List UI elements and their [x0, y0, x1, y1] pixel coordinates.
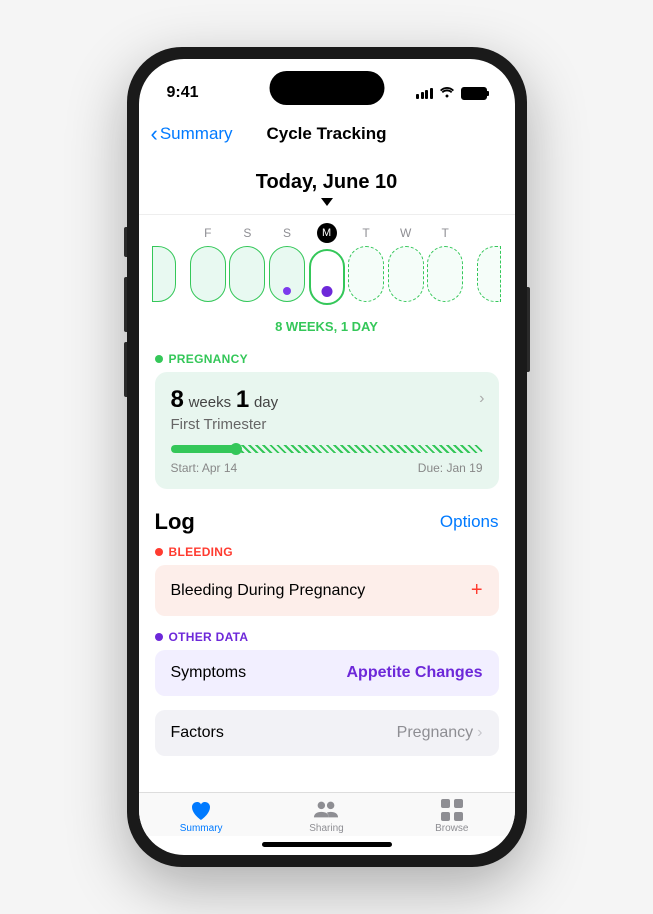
- options-button[interactable]: Options: [440, 512, 499, 532]
- dynamic-island: [269, 71, 384, 105]
- bleeding-row[interactable]: Bleeding During Pregnancy +: [155, 565, 499, 616]
- bleeding-label: Bleeding During Pregnancy: [171, 582, 366, 600]
- battery-icon: [461, 87, 487, 100]
- chevron-right-icon: ›: [479, 390, 484, 408]
- day-label: S: [283, 226, 291, 240]
- signal-icon: [416, 88, 433, 99]
- nav-bar: ‹ Summary Cycle Tracking: [139, 113, 515, 155]
- factors-label: Factors: [171, 724, 224, 742]
- day-label: F: [204, 226, 211, 240]
- today-marker-icon: [321, 198, 333, 206]
- screen: 9:41 ‹ Summary Cycle Tracking Today, Jun…: [139, 59, 515, 855]
- page-title: Cycle Tracking: [266, 124, 386, 144]
- back-label: Summary: [160, 124, 233, 144]
- content-scroll[interactable]: Today, June 10 - F S S M T W T - 8 WEEKS…: [139, 155, 515, 792]
- day-pill[interactable]: [190, 246, 226, 302]
- people-icon: [313, 799, 339, 821]
- chevron-left-icon: ‹: [151, 121, 158, 147]
- status-time: 9:41: [167, 84, 199, 102]
- day-label: S: [243, 226, 251, 240]
- day-pill-current[interactable]: [309, 249, 345, 305]
- wifi-icon: [439, 87, 455, 99]
- pregnancy-dates: Start: Apr 14 Due: Jan 19: [171, 461, 483, 475]
- tab-bar: Summary Sharing Browse: [139, 792, 515, 836]
- day-pill[interactable]: [269, 246, 305, 302]
- factors-value: Pregnancy: [397, 724, 474, 742]
- day-label: T: [362, 226, 369, 240]
- factors-row[interactable]: Factors Pregnancy ›: [155, 710, 499, 756]
- grid-icon: [439, 799, 465, 821]
- day-pill[interactable]: [388, 246, 424, 302]
- pregnancy-duration: 8 weeks 1 day: [171, 386, 483, 414]
- pregnancy-card[interactable]: 8 weeks 1 day First Trimester › Start: A…: [155, 372, 499, 489]
- today-header: Today, June 10: [155, 171, 499, 206]
- day-pill[interactable]: [477, 246, 501, 302]
- tab-browse[interactable]: Browse: [407, 799, 497, 834]
- home-indicator[interactable]: [262, 842, 392, 847]
- day-label: T: [442, 226, 449, 240]
- day-pill[interactable]: [427, 246, 463, 302]
- heart-icon: [188, 799, 214, 821]
- day-label-current: M: [317, 223, 337, 243]
- day-label: W: [400, 226, 411, 240]
- pregnancy-tag: PREGNANCY: [155, 352, 499, 366]
- symptoms-label: Symptoms: [171, 664, 247, 682]
- other-data-tag: OTHER DATA: [155, 630, 499, 644]
- log-title: Log: [155, 509, 195, 535]
- bleeding-tag: BLEEDING: [155, 545, 499, 559]
- day-pill[interactable]: [348, 246, 384, 302]
- chevron-right-icon: ›: [477, 724, 482, 742]
- pregnancy-trimester: First Trimester: [171, 416, 483, 433]
- pregnancy-progress-bar: [171, 445, 483, 453]
- week-strip[interactable]: - F S S M T W T -: [139, 214, 515, 315]
- progress-label: 8 WEEKS, 1 DAY: [155, 319, 499, 334]
- symptoms-value: Appetite Changes: [346, 664, 482, 682]
- plus-icon: +: [471, 579, 483, 602]
- day-pill[interactable]: [152, 246, 176, 302]
- tab-summary[interactable]: Summary: [156, 799, 246, 834]
- day-pill[interactable]: [229, 246, 265, 302]
- symptoms-row[interactable]: Symptoms Appetite Changes: [155, 650, 499, 696]
- back-button[interactable]: ‹ Summary: [151, 121, 233, 147]
- tab-sharing[interactable]: Sharing: [281, 799, 371, 834]
- phone-frame: 9:41 ‹ Summary Cycle Tracking Today, Jun…: [127, 47, 527, 867]
